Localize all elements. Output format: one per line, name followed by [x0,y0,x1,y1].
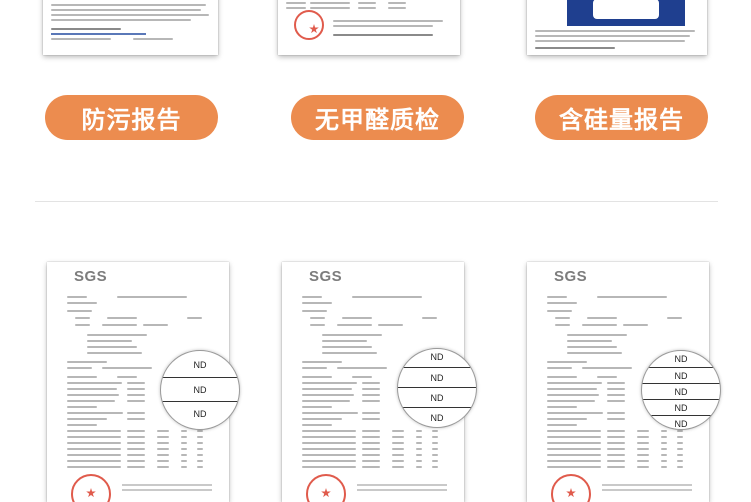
report-document-silicon-content [527,0,707,55]
nd-result-value: ND [642,367,720,384]
sgs-logo: SGS [554,268,588,285]
product-photo [567,0,685,26]
nd-result-value: ND [430,351,444,362]
formaldehyde-free-label: 无甲醛质检 [291,95,464,140]
inspection-seal-icon [294,10,324,40]
antifouling-report-label: 防污报告 [45,95,218,140]
report-document-formaldehyde [278,0,460,55]
nd-result-magnifier-3: ND ND ND ND ND [641,350,721,430]
nd-result-value: ND [398,367,476,387]
nd-result-value: ND [642,399,720,416]
nd-result-magnifier-1: ND ND ND [160,350,240,430]
sgs-seal-icon [551,474,591,502]
nd-result-value: ND [642,415,720,429]
nd-result-value: ND [398,407,476,427]
sgs-logo: SGS [309,268,343,285]
nd-result-magnifier-2: ND ND ND ND [397,348,477,428]
nd-result-value: ND [161,377,239,402]
sgs-seal-icon [71,474,111,502]
nd-result-value: ND [642,383,720,400]
silicon-content-report-label: 含硅量报告 [535,95,708,140]
nd-result-value: ND [398,387,476,407]
nd-result-value: ND [161,401,239,426]
sgs-logo: SGS [74,268,108,285]
nd-result-value: ND [674,354,688,364]
sgs-seal-icon [306,474,346,502]
nd-result-value: ND [193,360,207,370]
section-divider [35,201,718,202]
report-document-antifouling [43,0,218,55]
